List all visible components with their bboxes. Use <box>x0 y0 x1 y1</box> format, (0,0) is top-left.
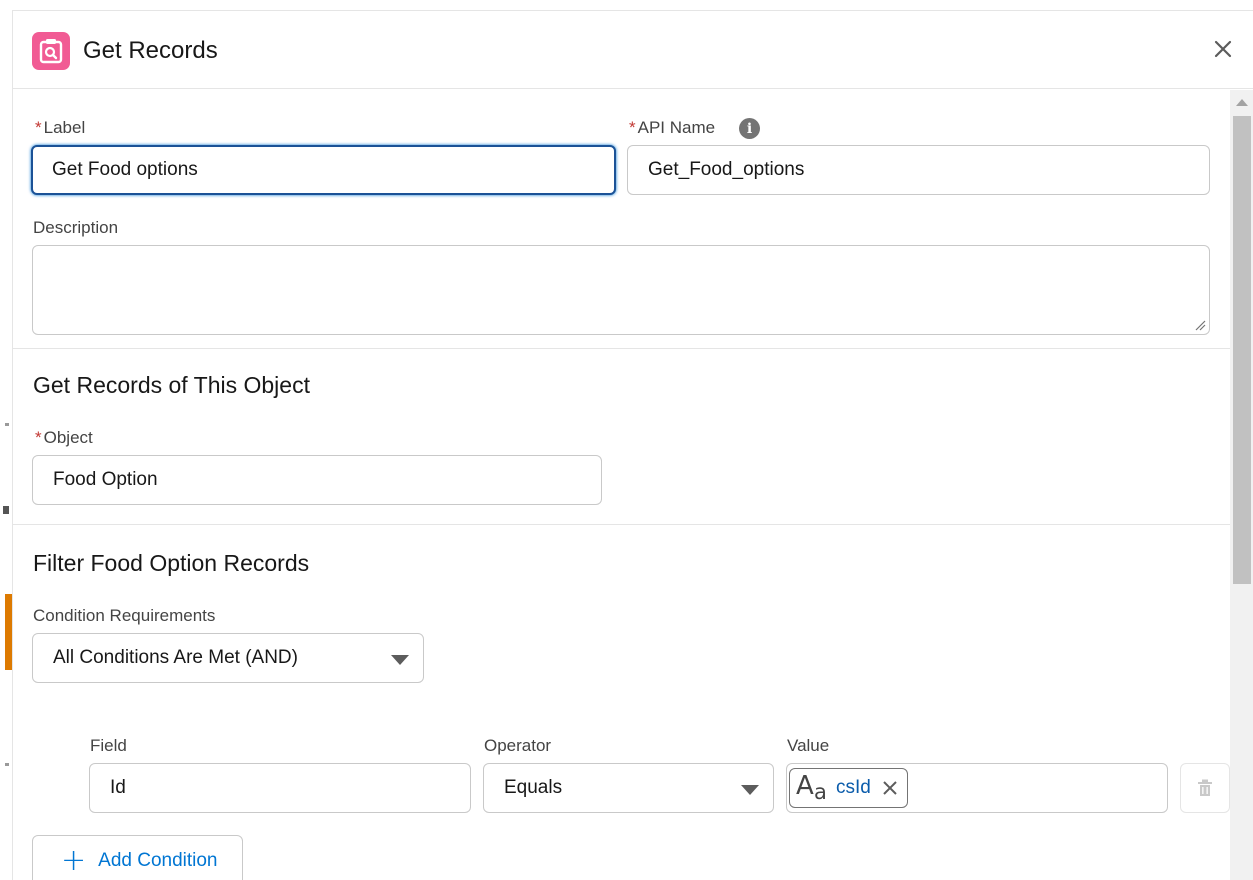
scroll-up-arrow-icon[interactable] <box>1236 99 1248 106</box>
scrollbar-thumb[interactable] <box>1233 116 1251 584</box>
required-marker: * <box>35 118 42 137</box>
panel-title: Get Records <box>83 37 218 64</box>
chevron-down-icon <box>391 655 409 665</box>
panel-header: Get Records <box>13 11 1253 89</box>
object-section-title: Get Records of This Object <box>33 372 310 398</box>
get-records-panel: Get Records *Label *API Name i Descripti… <box>12 10 1253 880</box>
section-divider <box>13 524 1230 525</box>
resize-handle-icon[interactable] <box>1194 319 1206 331</box>
object-input[interactable] <box>32 455 602 505</box>
description-field-caption: Description <box>33 218 119 237</box>
api-name-field-caption: * API Name <box>629 118 716 137</box>
trash-icon <box>1198 779 1212 796</box>
remove-pill-button[interactable] <box>881 779 899 797</box>
canvas-connector <box>5 763 9 766</box>
required-marker: * <box>629 118 636 137</box>
condition-requirements-select[interactable]: All Conditions Are Met (AND) <box>32 633 424 683</box>
operator-column-caption: Operator <box>484 736 552 755</box>
flow-canvas-background <box>0 0 12 880</box>
info-icon[interactable]: i <box>739 118 760 139</box>
chevron-down-icon <box>741 785 759 795</box>
condition-requirements-caption: Condition Requirements <box>33 606 216 625</box>
add-condition-label: Add Condition <box>98 850 218 871</box>
description-textarea[interactable] <box>32 245 1210 335</box>
value-resource-pill[interactable]: Aa csId <box>789 768 908 808</box>
delete-condition-button[interactable] <box>1180 763 1230 813</box>
section-divider <box>13 348 1230 349</box>
condition-value-input[interactable]: Aa csId <box>786 763 1168 813</box>
canvas-chevron <box>3 506 9 514</box>
field-column-caption: Field <box>90 736 127 755</box>
vertical-scrollbar[interactable] <box>1230 90 1253 880</box>
close-icon <box>1214 40 1232 58</box>
label-field-caption: * Label <box>35 118 86 137</box>
required-marker: * <box>35 428 42 447</box>
label-input[interactable] <box>31 145 616 195</box>
get-records-icon <box>32 32 70 70</box>
text-type-icon: Aa <box>796 771 827 804</box>
close-icon <box>883 781 897 795</box>
canvas-connector <box>5 423 9 426</box>
add-condition-button[interactable]: + Add Condition <box>32 835 243 880</box>
api-name-input[interactable] <box>627 145 1210 195</box>
condition-operator-value: Equals <box>504 777 563 798</box>
panel-body: *Label *API Name i Description Get Recor… <box>13 90 1230 880</box>
condition-requirements-value: All Conditions Are Met (AND) <box>53 647 298 668</box>
value-resource-name: csId <box>836 777 871 798</box>
value-column-caption: Value <box>787 736 830 755</box>
condition-field-input[interactable] <box>89 763 471 813</box>
close-button[interactable] <box>1211 37 1235 61</box>
canvas-element-edge <box>5 594 12 670</box>
plus-icon: + <box>61 843 87 878</box>
object-field-caption: * Object <box>35 428 93 447</box>
filter-section-title: Filter Food Option Records <box>33 550 310 576</box>
condition-operator-select[interactable]: Equals <box>483 763 774 813</box>
